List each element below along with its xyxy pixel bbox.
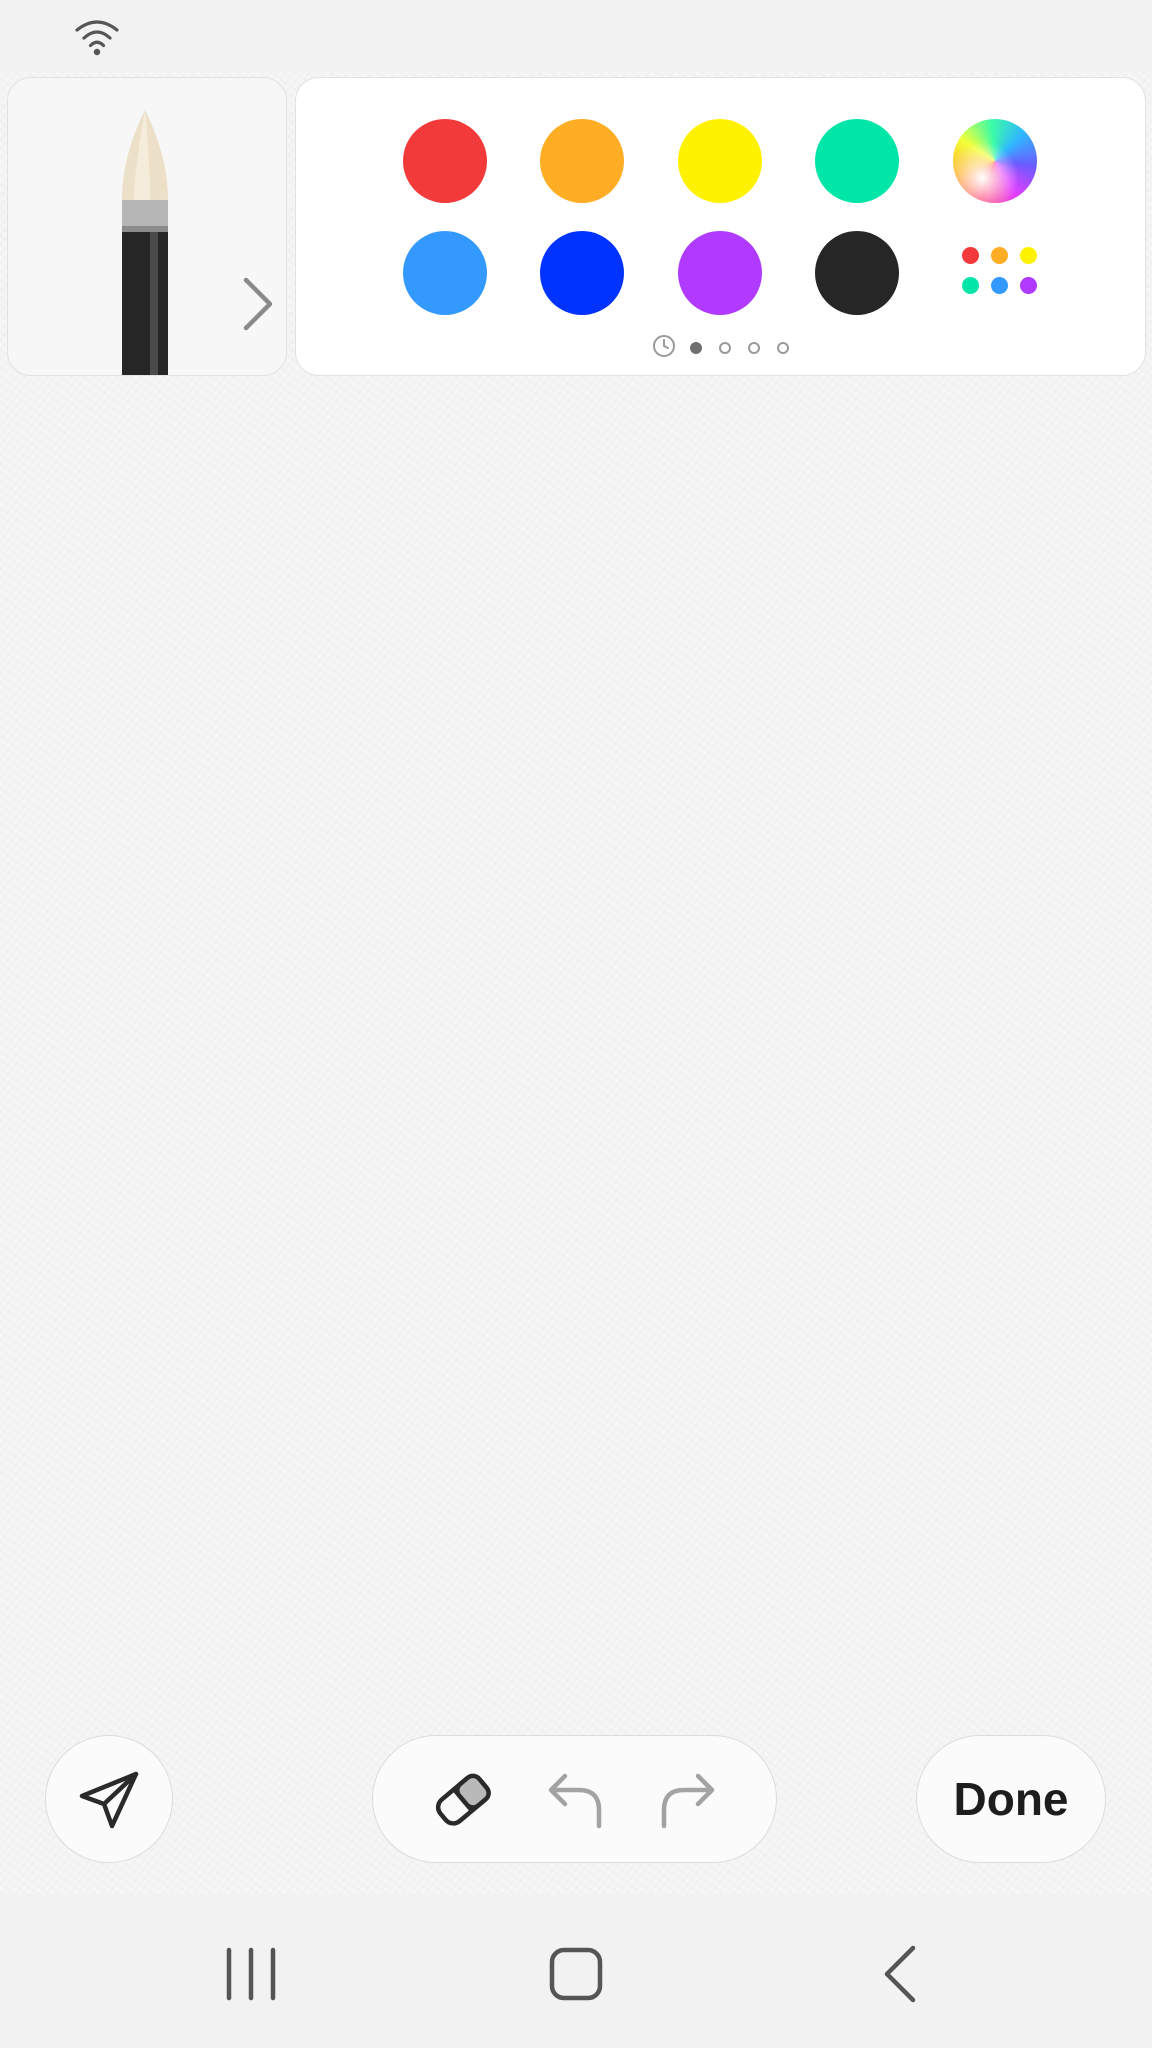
color-swatch-green[interactable]: [815, 119, 899, 203]
wifi-icon: [75, 20, 119, 56]
page-dot[interactable]: [777, 342, 789, 354]
done-button[interactable]: Done: [916, 1735, 1106, 1863]
page-dot[interactable]: [690, 342, 702, 354]
send-button[interactable]: [45, 1735, 173, 1863]
palette-page-indicator: [296, 334, 1145, 364]
page-dot[interactable]: [748, 342, 760, 354]
color-swatch-spectrum[interactable]: [953, 119, 1037, 203]
navigation-bar: [0, 1894, 1152, 2048]
brush-selector[interactable]: [7, 77, 287, 376]
color-swatch-light-blue[interactable]: [403, 231, 487, 315]
color-swatch-black[interactable]: [815, 231, 899, 315]
back-icon[interactable]: [841, 1924, 961, 2024]
brush-icon: [122, 110, 168, 375]
color-swatch-purple[interactable]: [678, 231, 762, 315]
color-swatch-blue[interactable]: [540, 231, 624, 315]
color-swatch-yellow[interactable]: [678, 119, 762, 203]
page-dot[interactable]: [719, 342, 731, 354]
send-icon: [79, 1771, 139, 1829]
home-icon[interactable]: [516, 1924, 636, 2024]
color-swatch-orange[interactable]: [540, 119, 624, 203]
edit-toolbar: [372, 1735, 777, 1863]
clock-icon[interactable]: [652, 334, 676, 358]
color-swatch-red[interactable]: [403, 119, 487, 203]
color-palette: [295, 77, 1146, 376]
palette-more-icon[interactable]: [953, 231, 1037, 315]
status-bar: [0, 0, 1152, 72]
redo-icon[interactable]: [652, 1764, 724, 1836]
done-label: Done: [953, 1773, 1069, 1825]
recent-apps-icon[interactable]: [191, 1924, 311, 2024]
chevron-right-icon: [243, 277, 273, 331]
undo-icon[interactable]: [539, 1764, 611, 1836]
eraser-icon[interactable]: [427, 1764, 499, 1836]
